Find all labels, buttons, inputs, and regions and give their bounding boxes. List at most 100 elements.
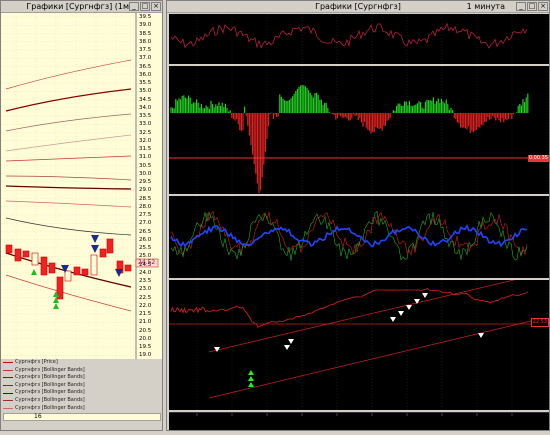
legend-swatch [3, 362, 13, 364]
candle [81, 268, 89, 276]
price-axis-label: 33.0 [139, 121, 152, 128]
footer-value: 16 [34, 413, 42, 420]
price-axis-label: 34.0 [139, 104, 152, 111]
price-axis-label: 30.0 [139, 170, 152, 177]
price-axis-label: 22.0 [139, 302, 152, 309]
price-axis-label: 29.0 [139, 187, 152, 194]
price-axis-label: 21.0 [139, 319, 152, 326]
price-axis-label: 32.5 [139, 129, 152, 136]
panel4-tag: 22.53 [530, 318, 549, 327]
time-axis[interactable] [169, 412, 549, 430]
legend-swatch [3, 385, 13, 387]
right-window-titlebar[interactable]: Графики [Сургнфгз] 1 минута _ □ × [167, 1, 549, 13]
right-window-title: Графики [Сургнфгз] [315, 2, 401, 11]
close-button[interactable]: × [151, 2, 161, 11]
price-axis-label: 38.0 [139, 38, 152, 45]
price-axis-label: 27.5 [139, 212, 152, 218]
legend-item: Сургнфгз [Bollinger Bands] [3, 405, 149, 413]
legend-swatch [3, 369, 13, 371]
legend-item: Сургнфгз [Bollinger Bands] [3, 382, 149, 390]
price-axis-label: 33.5 [139, 113, 152, 119]
price-axis-label: 36.5 [139, 63, 152, 70]
minimize-button[interactable]: _ [516, 2, 526, 11]
legend-item: Сургнфгз [Bollinger Bands] [3, 397, 149, 405]
signal-marker [288, 339, 294, 344]
price-axis-label: 31.0 [139, 154, 152, 161]
panel2-tag: 0.00.35 [527, 155, 549, 162]
timeframe-label: 1 минута [466, 2, 505, 11]
panel-top-oscillator[interactable] [169, 14, 549, 64]
price-axis-label: 26.5 [139, 228, 152, 235]
maximize-button[interactable]: □ [527, 2, 537, 11]
candle [106, 238, 114, 254]
band-lower-2 [5, 252, 132, 288]
stochastic-line-green [170, 210, 528, 261]
candle [14, 248, 22, 262]
legend-item: Сургнфгз [Bollinger Bands] [3, 367, 149, 375]
oscillator-1-svg [170, 14, 548, 64]
signal-marker [284, 345, 290, 350]
candle [90, 254, 98, 276]
price-axis-label: 20.5 [139, 327, 152, 334]
sell-marker [91, 245, 99, 253]
legend-swatch [3, 377, 13, 379]
histogram-svg [169, 66, 548, 194]
left-chart-area[interactable]: 24.52 39.5 39.0 38.5 38.0 37.5 37.0 36.5 36.0 35… [1, 13, 162, 359]
candles [5, 238, 132, 300]
band-lower-1 [5, 217, 132, 236]
price-axis-label: 19.5 [139, 344, 152, 350]
panel-histogram[interactable]: 0.00.35 [169, 66, 549, 194]
legend-label: Сургнфгз [Bollinger Bands] [15, 381, 85, 388]
buy-signal-marker [248, 370, 254, 375]
signal-marker [398, 311, 404, 316]
price-axis-label: 22.5 [139, 294, 152, 301]
price-axis-label: 34.5 [139, 96, 152, 103]
price-axis-label: 35.0 [139, 88, 152, 95]
candle [31, 252, 39, 266]
legend-label: Сургнфгз [Bollinger Bands] [15, 404, 85, 411]
left-chart-window[interactable]: Графики [Сургнфгз] (1м... _ □ × 24.52 39… [0, 0, 163, 431]
right-chart-window[interactable]: Графики [Сургнфгз] 1 минута _ □ × 0.00.3… [166, 0, 550, 431]
price-axis-label: 20.0 [139, 335, 152, 342]
band-mid-1 [5, 113, 132, 132]
legend-label: Сургнфгз [Bollinger Bands] [15, 366, 85, 373]
price-axis-label: 32.0 [139, 137, 152, 144]
band-mid-4 [5, 175, 132, 181]
left-chart-svg [1, 13, 159, 359]
price-axis-label: 39.5 [139, 14, 152, 20]
left-window-titlebar[interactable]: Графики [Сургнфгз] (1м... _ □ × [1, 1, 162, 13]
price-axis-label: 31.5 [139, 146, 152, 152]
band-mid-3 [5, 155, 132, 162]
close-button[interactable]: × [538, 2, 548, 11]
legend: Сургнфгз [Price] Сургнфгз [Bollinger Ban… [3, 359, 149, 412]
price-axis-label: 38.5 [139, 30, 152, 37]
price-chart-svg [169, 274, 548, 410]
buy-signal-marker [248, 376, 254, 381]
price-axis-label: 23.0 [139, 286, 152, 293]
candle [40, 256, 48, 276]
candle [64, 270, 72, 282]
candle [48, 262, 56, 274]
minimize-button[interactable]: _ [129, 2, 139, 11]
legend-swatch [3, 400, 13, 402]
legend-label: Сургнфгз [Bollinger Bands] [15, 389, 85, 396]
price-axis-label: 29.5 [139, 179, 152, 185]
candle [99, 248, 107, 258]
legend-swatch [3, 392, 13, 394]
price-axis-label: 39.0 [139, 22, 152, 29]
band-mid-5 [5, 185, 132, 190]
signal-marker [422, 293, 428, 298]
candle [124, 264, 132, 272]
signal-marker [478, 333, 484, 338]
band-mid-2 [5, 134, 132, 152]
stochastic-svg [170, 196, 548, 278]
price-axis-label: 21.5 [139, 311, 152, 317]
price-axis-label: 25.0 [139, 253, 152, 260]
footer-scroll[interactable]: 16 [3, 413, 161, 421]
maximize-button[interactable]: □ [140, 2, 150, 11]
sell-marker [91, 235, 99, 243]
panel-price[interactable]: 22.53 [169, 274, 549, 410]
oscillator-line [170, 22, 528, 49]
legend-item: Сургнфгз [Bollinger Bands] [3, 374, 149, 382]
panel-stochastic[interactable] [169, 196, 549, 278]
